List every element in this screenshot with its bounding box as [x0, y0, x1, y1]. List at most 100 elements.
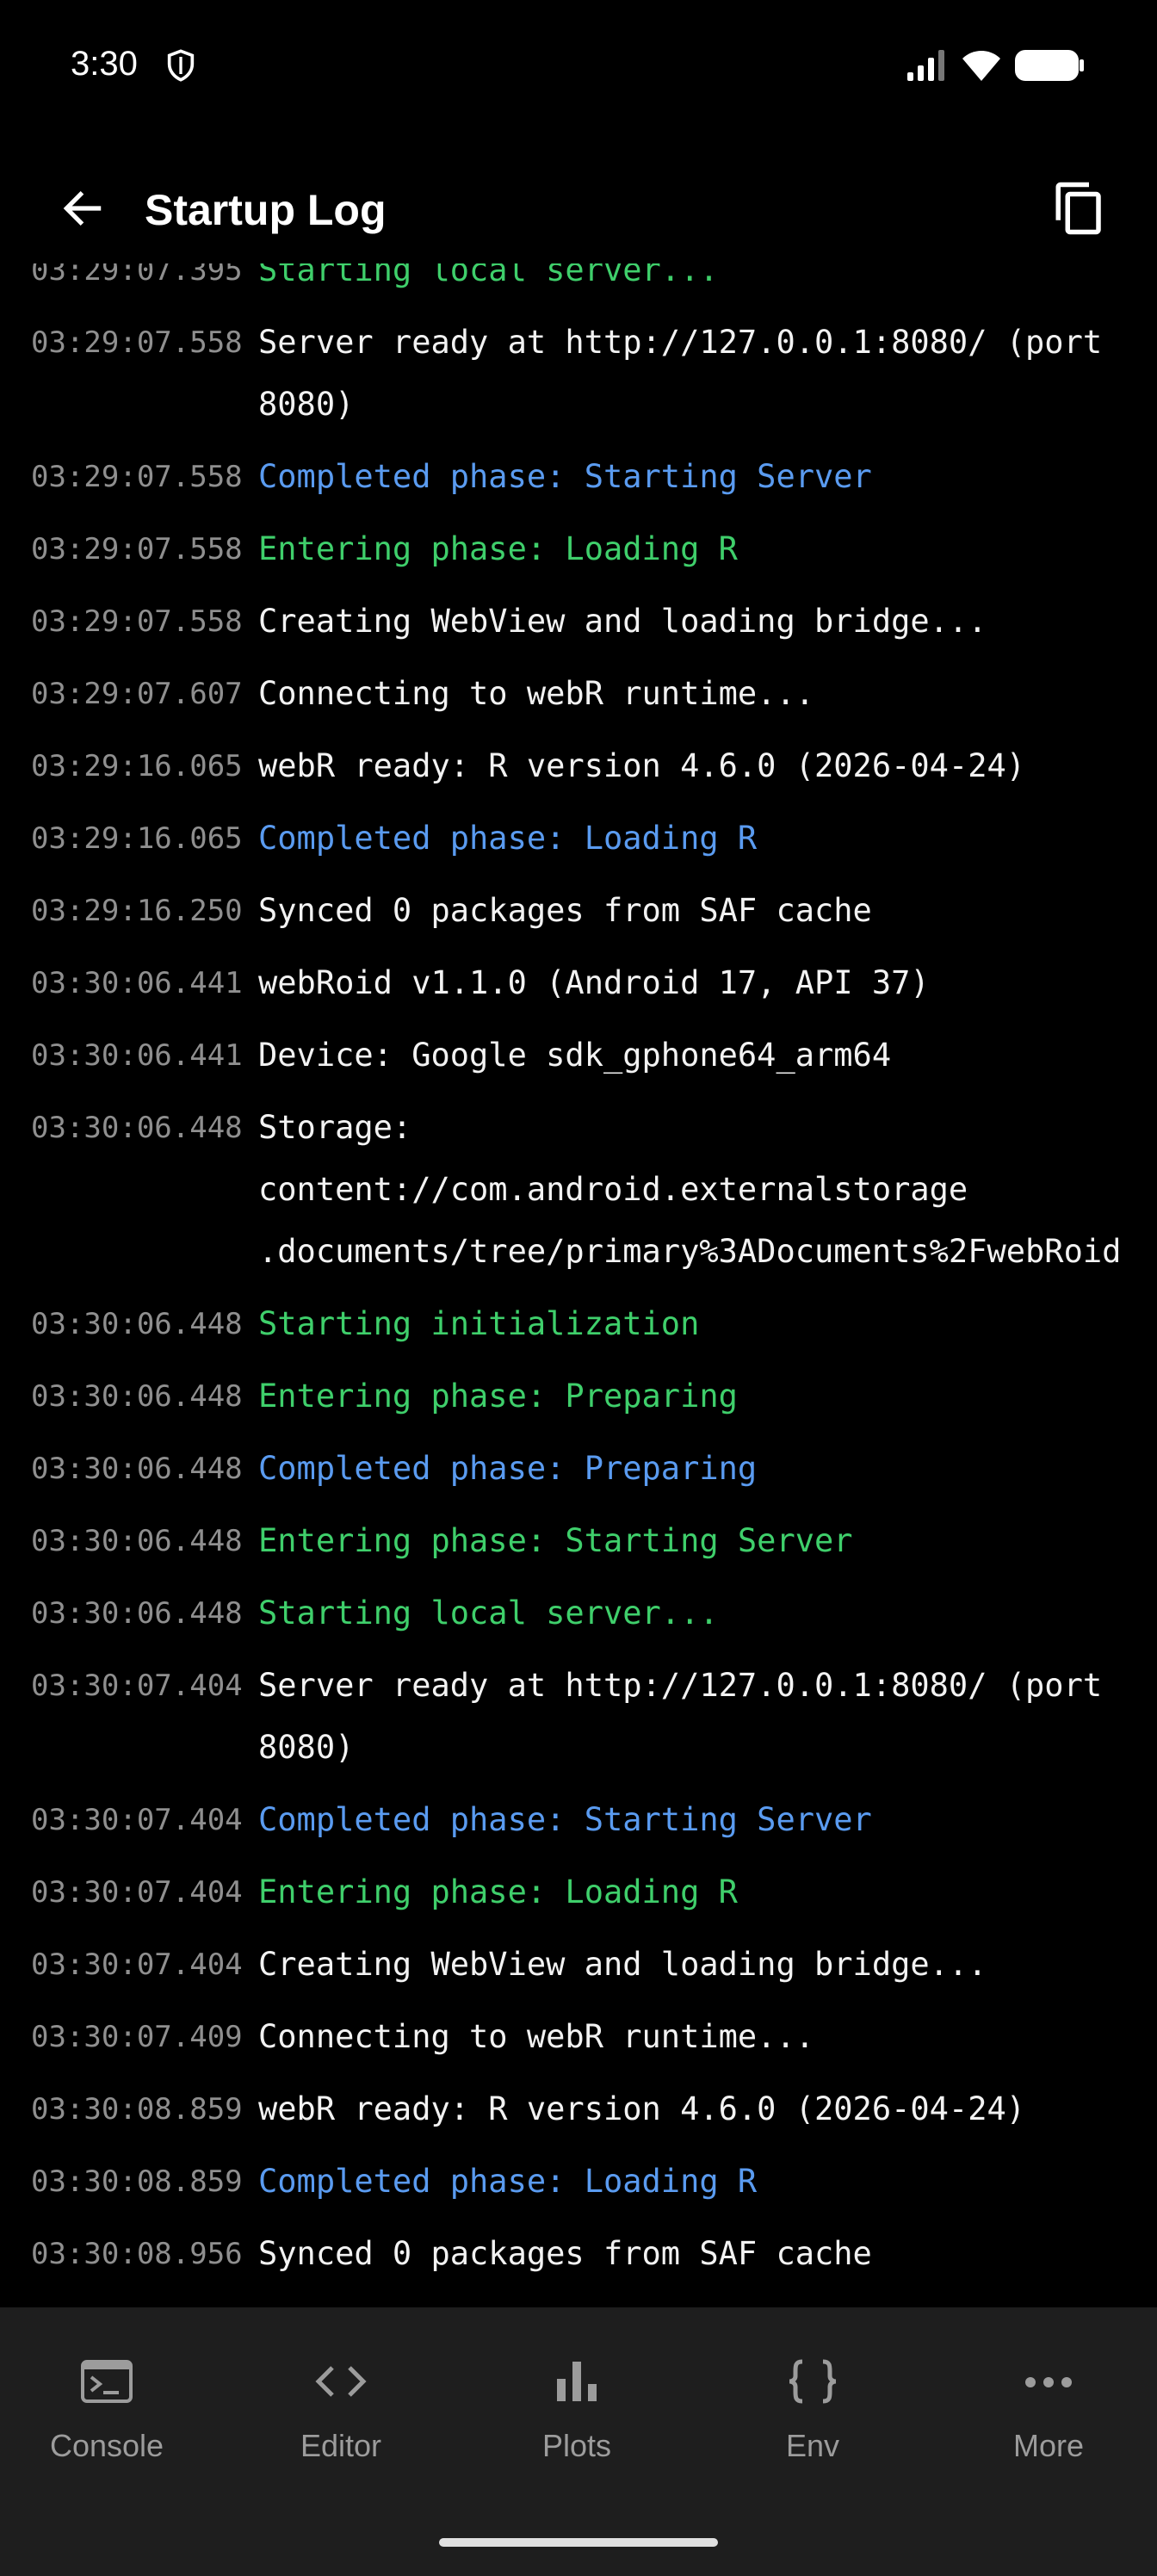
home-indicator[interactable] [439, 2538, 718, 2547]
nav-console-label: Console [49, 2428, 164, 2463]
log-message: webRoid v1.1.0 (Android 17, API 37) [258, 964, 930, 1001]
log-row: 03:29:07.395 Starting local server... [0, 263, 1157, 301]
nav-plots[interactable]: Plots [473, 2352, 680, 2464]
log-row: 03:29:16.065 Completed phase: Loading R [0, 808, 1157, 870]
log-timestamp: 03:30:06.448 [31, 1111, 243, 1145]
log-message: Entering phase: Starting Server [258, 1522, 853, 1559]
log-message: Entering phase: Loading R [258, 1873, 738, 1910]
log-row: 03:30:06.448 Starting initialization [0, 1293, 1157, 1355]
nav-env[interactable]: Env [709, 2352, 916, 2464]
log-message: Completed phase: Loading R [258, 2163, 758, 2200]
log-message: Creating WebView and loading bridge... [258, 603, 987, 640]
log-message: Completed phase: Starting Server [258, 458, 872, 495]
log-entries: 03:29:07.395 Starting local server... 03:2… [0, 263, 1157, 2295]
nav-plots-label: Plots [541, 2428, 612, 2463]
log-row: 03:30:06.448 Completed phase: Preparing [0, 1438, 1157, 1500]
log-timestamp: 03:29:07.607 [31, 677, 243, 711]
nav-console[interactable]: Console [3, 2352, 210, 2464]
log-message: webR ready: R version 4.6.0 (2026-04-24) [258, 2090, 1026, 2127]
log-row: 03:30:06.441 Device: Google sdk_gphone64_… [0, 1025, 1157, 1087]
log-row: 03:30:07.404 Server ready at http://127.0… [0, 1655, 1157, 1779]
log-timestamp: 03:30:06.448 [31, 1596, 243, 1631]
log-row: 03:30:06.448 Entering phase: Starting Ser… [0, 1510, 1157, 1572]
log-timestamp: 03:29:07.395 [31, 263, 243, 288]
log-timestamp: 03:29:16.065 [31, 821, 243, 856]
log-message: Synced 0 packages from SAF cache [258, 892, 872, 929]
copy-icon [1051, 178, 1108, 242]
log-message: Entering phase: Preparing [258, 1378, 738, 1415]
log-message: Creating WebView and loading bridge... [258, 1946, 987, 1983]
log-timestamp: 03:30:07.404 [31, 1947, 243, 1982]
battery-icon [1014, 48, 1085, 86]
shield-icon [164, 48, 198, 83]
log-timestamp: 03:30:07.404 [31, 1669, 243, 1703]
log-timestamp: 03:30:06.448 [31, 1524, 243, 1558]
code-icon [315, 2364, 367, 2402]
log-timestamp: 03:30:08.956 [31, 2237, 243, 2271]
log-timestamp: 03:30:08.859 [31, 2164, 243, 2199]
log-message: Starting initialization [258, 1305, 700, 1342]
braces-icon [787, 2359, 838, 2407]
log-row: 03:30:08.859 webR ready: R version 4.6.0 … [0, 2078, 1157, 2140]
log-timestamp: 03:30:07.404 [31, 1803, 243, 1837]
log-message: Synced 0 packages from SAF cache [258, 2235, 872, 2272]
nav-more-label: More [1012, 2428, 1085, 2463]
log-message: Storage: content://com.android.externals… [258, 1109, 1122, 1270]
log-message: Completed phase: Preparing [258, 1450, 758, 1487]
log-message: Completed phase: Starting Server [258, 1801, 872, 1838]
log-message: Starting local server... [258, 1595, 719, 1632]
more-horizontal-icon [1024, 2375, 1073, 2392]
log-row: 03:29:07.558 Server ready at http://127.0… [0, 312, 1157, 436]
bar-chart-icon [555, 2360, 598, 2406]
log-row: 03:29:07.607 Connecting to webR runtime..… [0, 663, 1157, 725]
back-button[interactable] [52, 183, 114, 238]
log-timestamp: 03:30:06.441 [31, 1038, 243, 1073]
log-message: Completed phase: Loading R [258, 820, 758, 857]
page-title: Startup Log [145, 186, 387, 234]
app-bar: Startup Log [0, 172, 1157, 248]
log-row: 03:30:08.956 Synced 0 packages from SAF c… [0, 2223, 1157, 2285]
nav-more[interactable]: More [945, 2352, 1152, 2464]
bottom-navigation: Console Editor Plots Env More [0, 2307, 1157, 2576]
log-timestamp: 03:29:16.065 [31, 749, 243, 783]
log-timestamp: 03:30:07.409 [31, 2020, 243, 2054]
signal-icon [906, 48, 949, 86]
log-row: 03:30:07.404 Completed phase: Starting Se… [0, 1789, 1157, 1851]
log-row: 03:29:07.558 Creating WebView and loading… [0, 591, 1157, 653]
log-row: 03:30:06.448 Starting local server... [0, 1582, 1157, 1644]
log-message: Device: Google sdk_gphone64_arm64 [258, 1037, 892, 1074]
log-row: 03:30:07.404 Entering phase: Loading R [0, 1861, 1157, 1923]
log-timestamp: 03:30:06.441 [31, 966, 243, 1000]
log-message: Entering phase: Loading R [258, 530, 738, 567]
status-icons [906, 48, 1085, 86]
log-row: 03:29:16.250 Synced 0 packages from SAF c… [0, 880, 1157, 942]
log-message: Server ready at http://127.0.0.1:8080/ (… [258, 324, 1103, 423]
status-bar: 3:30 [0, 0, 1157, 138]
log-message: webR ready: R version 4.6.0 (2026-04-24) [258, 747, 1026, 784]
log-row: 03:30:06.441 webRoid v1.1.0 (Android 17, … [0, 952, 1157, 1014]
log-timestamp: 03:29:07.558 [31, 532, 243, 567]
status-time: 3:30 [71, 45, 138, 83]
log-row: 03:30:07.404 Creating WebView and loading… [0, 1934, 1157, 1996]
log-row: 03:29:07.558 Completed phase: Starting Se… [0, 446, 1157, 508]
nav-editor-label: Editor [300, 2428, 382, 2463]
log-timestamp: 03:29:07.558 [31, 325, 243, 360]
log-row: 03:29:07.558 Entering phase: Loading R [0, 518, 1157, 580]
log-message: Starting local server... [258, 263, 719, 288]
log-row: 03:30:07.409 Connecting to webR runtime..… [0, 2006, 1157, 2068]
terminal-icon [81, 2360, 133, 2406]
copy-button[interactable] [1045, 176, 1114, 245]
log-timestamp: 03:30:07.404 [31, 1875, 243, 1910]
log-timestamp: 03:30:08.859 [31, 2092, 243, 2127]
log-message: Server ready at http://127.0.0.1:8080/ (… [258, 1667, 1103, 1766]
log-timestamp: 03:30:06.448 [31, 1379, 243, 1414]
nav-editor[interactable]: Editor [238, 2352, 444, 2464]
log-row: 03:29:16.065 webR ready: R version 4.6.0 … [0, 735, 1157, 797]
log-row: 03:30:06.448 Storage: content://com.andro… [0, 1097, 1157, 1283]
log-row: 03:30:08.859 Completed phase: Loading R [0, 2151, 1157, 2213]
log-list[interactable]: 03:29:07.395 Starting local server... 03:2… [0, 263, 1157, 2307]
log-timestamp: 03:29:07.558 [31, 604, 243, 639]
wifi-icon [961, 48, 1002, 86]
log-timestamp: 03:29:07.558 [31, 460, 243, 494]
log-row: 03:30:06.448 Entering phase: Preparing [0, 1365, 1157, 1427]
